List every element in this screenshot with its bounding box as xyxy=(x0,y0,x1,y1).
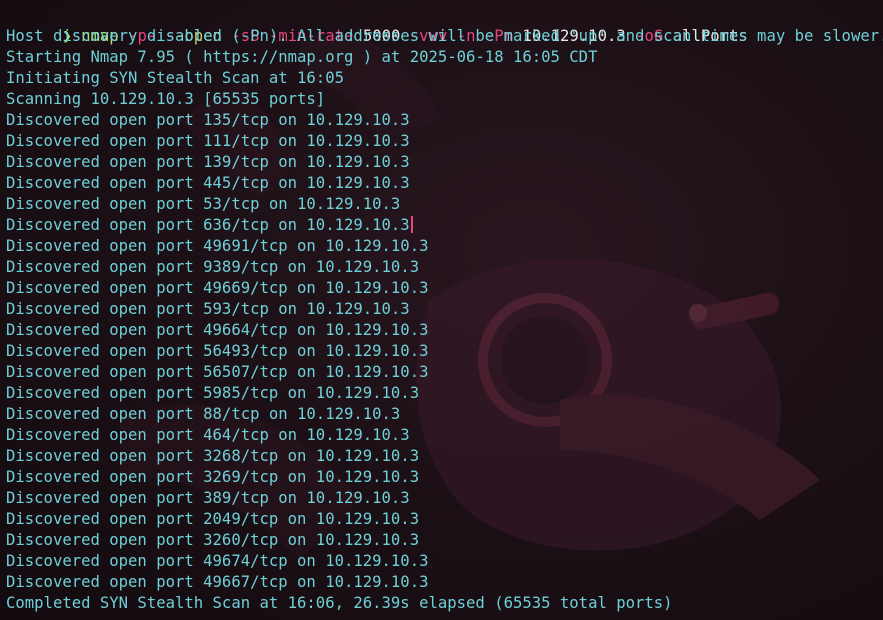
output-line: Discovered open port 3269/tcp on 10.129.… xyxy=(6,468,420,486)
output-line: Discovered open port 389/tcp on 10.129.1… xyxy=(6,489,410,507)
output-line: Discovered open port 593/tcp on 10.129.1… xyxy=(6,300,410,318)
output-line: Discovered open port 464/tcp on 10.129.1… xyxy=(6,426,410,444)
output-line: Discovered open port 88/tcp on 10.129.10… xyxy=(6,405,401,423)
command-line: ❯ nmap -p- --open -sS -min-rate 5000 -vv… xyxy=(6,5,883,45)
output-line: Discovered open port 49691/tcp on 10.129… xyxy=(6,237,429,255)
terminal-output: ❯ nmap -p- --open -sS -min-rate 5000 -vv… xyxy=(6,5,883,614)
text-cursor xyxy=(410,216,413,233)
terminal-window[interactable]: ❯ nmap -p- --open -sS -min-rate 5000 -vv… xyxy=(0,0,883,620)
output-line: Completed SYN Stealth Scan at 16:06, 26.… xyxy=(6,594,673,612)
output-line: Starting Nmap 7.95 ( https://nmap.org ) … xyxy=(6,48,598,66)
output-line: Discovered open port 135/tcp on 10.129.1… xyxy=(6,111,410,129)
output-line: Discovered open port 53/tcp on 10.129.10… xyxy=(6,195,401,213)
output-line: Discovered open port 636/tcp on 10.129.1… xyxy=(6,215,883,236)
output-line: Discovered open port 111/tcp on 10.129.1… xyxy=(6,132,410,150)
output-line: Initiating SYN Stealth Scan at 16:05 xyxy=(6,69,344,87)
output-line: Discovered open port 5985/tcp on 10.129.… xyxy=(6,384,420,402)
output-line: Discovered open port 56507/tcp on 10.129… xyxy=(6,363,429,381)
output-line: Discovered open port 139/tcp on 10.129.1… xyxy=(6,153,410,171)
output-line: Discovered open port 49667/tcp on 10.129… xyxy=(6,573,429,591)
output-line: Discovered open port 3260/tcp on 10.129.… xyxy=(6,531,420,549)
output-line: Discovered open port 445/tcp on 10.129.1… xyxy=(6,174,410,192)
output-line: Discovered open port 49664/tcp on 10.129… xyxy=(6,321,429,339)
output-line: Discovered open port 9389/tcp on 10.129.… xyxy=(6,258,420,276)
output-line: Host discovery disabled (-Pn). All addre… xyxy=(6,27,883,45)
output-line-text: Discovered open port 636/tcp on 10.129.1… xyxy=(6,216,410,234)
output-line: Discovered open port 49669/tcp on 10.129… xyxy=(6,279,429,297)
output-line: Discovered open port 3268/tcp on 10.129.… xyxy=(6,447,420,465)
output-line: Discovered open port 2049/tcp on 10.129.… xyxy=(6,510,420,528)
output-line: Discovered open port 49674/tcp on 10.129… xyxy=(6,552,429,570)
output-line: Discovered open port 56493/tcp on 10.129… xyxy=(6,342,429,360)
output-line: Scanning 10.129.10.3 [65535 ports] xyxy=(6,90,326,108)
